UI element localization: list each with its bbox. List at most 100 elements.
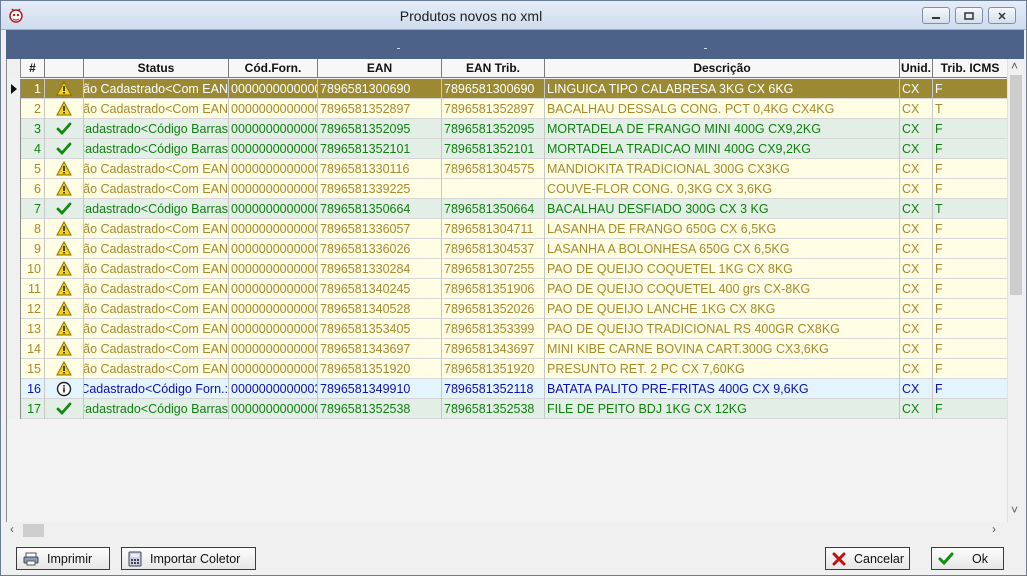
cell-ean-trib[interactable]: 7896581304537	[442, 239, 545, 259]
cell-icon[interactable]	[45, 199, 84, 219]
cell-status[interactable]: Produto Não Cadastrado<Com EAN	[84, 339, 229, 359]
cell-icon[interactable]	[45, 379, 84, 399]
row-selector[interactable]	[7, 379, 21, 399]
row-selector[interactable]	[7, 119, 21, 139]
print-button[interactable]: Imprimir	[16, 547, 110, 570]
cell-number[interactable]: 13	[21, 319, 45, 339]
cell-ean-trib[interactable]: 7896581304711	[442, 219, 545, 239]
cell-ean-trib[interactable]: 7896581304575	[442, 159, 545, 179]
cell-number[interactable]: 8	[21, 219, 45, 239]
cell-number[interactable]: 15	[21, 359, 45, 379]
header-col-trib-icms[interactable]: Trib. ICMS	[933, 59, 1007, 78]
cell-descricao[interactable]: FILE DE PEITO BDJ 1KG CX 12KG	[545, 399, 900, 419]
cell-number[interactable]: 9	[21, 239, 45, 259]
cell-ean[interactable]: 7896581336026	[318, 239, 442, 259]
cell-ean[interactable]: 7896581353405	[318, 319, 442, 339]
cell-ean-trib[interactable]: 7896581352101	[442, 139, 545, 159]
header-col-cod-forn[interactable]: Cód.Forn.	[229, 59, 318, 78]
cell-trib-icms[interactable]: F	[933, 339, 1007, 359]
cell-status[interactable]: Produto Não Cadastrado<Com EAN	[84, 359, 229, 379]
cell-cod-forn[interactable]: 000000000000080	[229, 399, 318, 419]
header-col-icon[interactable]	[45, 59, 84, 78]
cell-descricao[interactable]: BATATA PALITO PRE-FRITAS 400G CX 9,6KG	[545, 379, 900, 399]
row-selector[interactable]	[7, 79, 21, 99]
cell-status[interactable]: Produto Cadastrado<Código Barras	[84, 199, 229, 219]
cell-descricao[interactable]: PRESUNTO RET. 2 PC CX 7,60KG	[545, 359, 900, 379]
header-col-status[interactable]: Status	[84, 59, 229, 78]
cell-icon[interactable]	[45, 399, 84, 419]
cell-trib-icms[interactable]: T	[933, 199, 1007, 219]
cell-unid[interactable]: CX	[900, 199, 933, 219]
cell-status[interactable]: Produto Não Cadastrado<Com EAN	[84, 99, 229, 119]
cell-status[interactable]: Produto Não Cadastrado<Com EAN	[84, 279, 229, 299]
cell-ean[interactable]: 7896581352538	[318, 399, 442, 419]
cell-cod-forn[interactable]: 000000000000025	[229, 99, 318, 119]
cell-icon[interactable]	[45, 239, 84, 259]
cell-ean[interactable]: 7896581300690	[318, 79, 442, 99]
cell-cod-forn[interactable]: 000000000000040	[229, 159, 318, 179]
cell-number[interactable]: 16	[21, 379, 45, 399]
cell-icon[interactable]	[45, 279, 84, 299]
cell-ean[interactable]: 7896581330116	[318, 159, 442, 179]
cell-unid[interactable]: CX	[900, 299, 933, 319]
row-selector[interactable]	[7, 319, 21, 339]
cell-icon[interactable]	[45, 159, 84, 179]
cell-number[interactable]: 1	[21, 79, 45, 99]
cell-trib-icms[interactable]: F	[933, 159, 1007, 179]
cell-cod-forn[interactable]: 000000000000063	[229, 319, 318, 339]
cell-ean[interactable]: 7896581343697	[318, 339, 442, 359]
cell-icon[interactable]	[45, 119, 84, 139]
title-bar[interactable]: Produtos novos no xml	[1, 1, 1026, 30]
cell-unid[interactable]: CX	[900, 139, 933, 159]
cell-ean[interactable]: 7896581352897	[318, 99, 442, 119]
cell-ean[interactable]: 7896581340245	[318, 279, 442, 299]
table-row[interactable]: 1 Produto Não Cadastrado<Com EAN000000000…	[7, 79, 1007, 99]
cell-trib-icms[interactable]: F	[933, 239, 1007, 259]
cell-ean-trib[interactable]: 7896581352026	[442, 299, 545, 319]
cell-unid[interactable]: CX	[900, 79, 933, 99]
row-selector[interactable]	[7, 399, 21, 419]
cell-unid[interactable]: CX	[900, 339, 933, 359]
cell-cod-forn[interactable]: 000000000000070	[229, 339, 318, 359]
header-col-descricao[interactable]: Descrição	[545, 59, 900, 78]
cell-trib-icms[interactable]: F	[933, 399, 1007, 419]
cell-ean[interactable]: 7896581352095	[318, 119, 442, 139]
cell-status[interactable]: Produto Cadastrado<Código Barras	[84, 399, 229, 419]
cell-descricao[interactable]: COUVE-FLOR CONG. 0,3KG CX 3,6KG	[545, 179, 900, 199]
cell-unid[interactable]: CX	[900, 379, 933, 399]
row-selector[interactable]	[7, 339, 21, 359]
cell-ean[interactable]: 7896581352101	[318, 139, 442, 159]
cell-descricao[interactable]: LASANHA A BOLONHESA 650G CX 6,5KG	[545, 239, 900, 259]
cell-unid[interactable]: CX	[900, 279, 933, 299]
import-collector-button[interactable]: Importar Coletor	[121, 547, 256, 570]
row-selector[interactable]	[7, 199, 21, 219]
cell-status[interactable]: Produto Cadastrado<Código Barras	[84, 139, 229, 159]
cell-cod-forn[interactable]: 000000000000300	[229, 379, 318, 399]
cell-cod-forn[interactable]: 000000000000060	[229, 259, 318, 279]
cell-trib-icms[interactable]: F	[933, 299, 1007, 319]
cell-cod-forn[interactable]: 000000000000041	[229, 179, 318, 199]
cell-trib-icms[interactable]: F	[933, 79, 1007, 99]
cell-ean-trib[interactable]: 7896581351906	[442, 279, 545, 299]
cell-number[interactable]: 10	[21, 259, 45, 279]
cell-trib-icms[interactable]: F	[933, 179, 1007, 199]
scroll-right-icon[interactable]: ›	[992, 522, 996, 536]
cell-icon[interactable]	[45, 259, 84, 279]
row-selector[interactable]	[7, 139, 21, 159]
table-row[interactable]: 9 Produto Não Cadastrado<Com EAN000000000…	[7, 239, 1007, 259]
header-col-unid[interactable]: Unid.	[900, 59, 933, 78]
cell-trib-icms[interactable]: F	[933, 139, 1007, 159]
cell-ean[interactable]: 7896581336057	[318, 219, 442, 239]
cell-cod-forn[interactable]: 000000000000062	[229, 299, 318, 319]
scroll-left-icon[interactable]: ‹	[10, 522, 14, 536]
cell-number[interactable]: 11	[21, 279, 45, 299]
table-row[interactable]: 7 Produto Cadastrado<Código Barras0000000…	[7, 199, 1007, 219]
cell-icon[interactable]	[45, 99, 84, 119]
cell-descricao[interactable]: PAO DE QUEIJO COQUETEL 400 grs CX-8KG	[545, 279, 900, 299]
cell-unid[interactable]: CX	[900, 119, 933, 139]
table-row[interactable]: 11 Produto Não Cadastrado<Com EAN00000000…	[7, 279, 1007, 299]
row-selector[interactable]	[7, 219, 21, 239]
scroll-up-icon[interactable]: ˄	[1011, 59, 1018, 73]
cell-ean[interactable]: 7896581339225	[318, 179, 442, 199]
cell-cod-forn[interactable]: 000000000000061	[229, 279, 318, 299]
